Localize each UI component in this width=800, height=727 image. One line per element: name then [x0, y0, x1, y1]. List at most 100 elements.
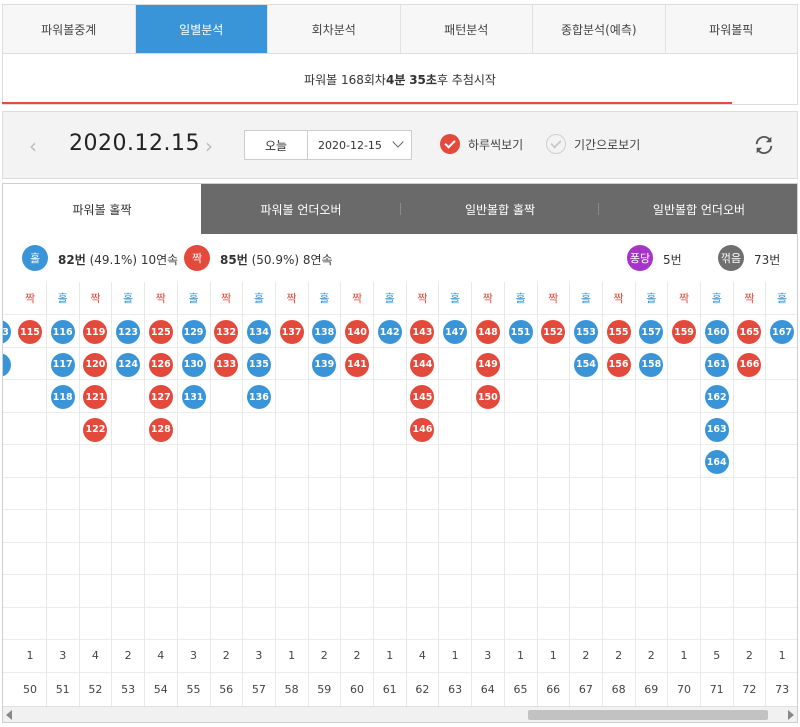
column-index: 58 [284, 682, 299, 696]
column-header: 짝 [613, 292, 624, 305]
column-header: 홀 [123, 292, 134, 305]
column-index: 66 [546, 682, 561, 696]
column-count: 2 [320, 648, 328, 662]
column-index: 67 [578, 682, 593, 696]
pattern-column: 홀 142 1 61 [374, 282, 407, 722]
radio-daily-view[interactable]: 하루씩보기 [440, 134, 523, 154]
column-index: 57 [251, 682, 266, 696]
pattern-ball: 156 [606, 352, 631, 377]
pattern-ball: 119 [83, 320, 108, 344]
column-index: 52 [88, 682, 103, 696]
scroll-right-icon[interactable] [788, 710, 794, 720]
pattern-ball: 129 [181, 320, 206, 344]
pattern-column: 홀 134 135 136 3 57 [243, 282, 276, 722]
refresh-icon[interactable] [753, 134, 775, 156]
pattern-column: 홀 147 1 63 [439, 282, 473, 722]
pattern-ball: 159 [672, 320, 696, 344]
pattern-ball: 152 [541, 320, 566, 344]
nav-tab-total-analysis[interactable]: 종합분석(예측) [533, 5, 666, 53]
pattern-column: 짝 159 1 70 [668, 282, 701, 722]
subtab-powerball-under-over[interactable]: 파워볼 언더오버 [201, 184, 401, 234]
radio-period-view[interactable]: 기간으로보기 [546, 134, 640, 154]
column-header: 짝 [90, 292, 101, 305]
pattern-ball: 116 [50, 320, 75, 344]
subtab-normal-sum-odd-even[interactable]: 일반볼합 홀짝 [401, 184, 599, 234]
pattern-ball: 166 [737, 352, 762, 377]
column-count: 3 [59, 648, 67, 662]
odd-even-summary: 홀 82번 (49.1%) 10연속 짝 85번 (50.9%) 8연속 퐁당 … [3, 234, 797, 282]
countdown-seconds: 35초 [409, 72, 437, 87]
today-button[interactable]: 오늘 [244, 130, 308, 160]
pattern-ball: 125 [148, 320, 173, 344]
horizontal-scrollbar[interactable] [3, 706, 797, 722]
date-toolbar: ‹ 2020.12.15 › 오늘 2020-12-15 하루씩보기 기간으로보… [2, 111, 798, 179]
column-index: 63 [448, 682, 463, 696]
column-header: 홀 [646, 292, 657, 305]
unchecked-icon [546, 134, 566, 154]
pattern-ball: 131 [181, 385, 206, 409]
analysis-subtabs: 파워볼 홀짝 파워볼 언더오버 일반볼합 홀짝 일반볼합 언더오버 [3, 184, 797, 234]
pattern-ball: 142 [377, 320, 402, 344]
pattern-column: 짝 119 120 121 122 4 52 [79, 282, 113, 722]
column-header: 홀 [580, 292, 591, 305]
pattern-column: 짝 125 126 127 128 4 54 [145, 282, 178, 722]
pattern-column: 짝 152 1 66 [537, 282, 571, 722]
column-header: 짝 [24, 292, 36, 305]
analysis-panel: 파워볼 홀짝 파워볼 언더오버 일반볼합 홀짝 일반볼합 언더오버 홀 82번 … [2, 183, 798, 723]
column-index: 51 [55, 682, 70, 696]
nav-tab-live[interactable]: 파워볼중계 [3, 5, 136, 53]
column-header: 홀 [319, 292, 330, 305]
column-count: 4 [91, 648, 99, 662]
pattern-ball: 144 [410, 352, 435, 377]
pattern-ball: 164 [704, 450, 729, 474]
column-index: 69 [644, 682, 659, 696]
odd-badge: 홀 [22, 245, 48, 271]
scrollbar-thumb[interactable] [528, 710, 768, 720]
pattern-ball: 118 [50, 385, 75, 409]
column-index: 72 [742, 682, 757, 696]
column-header: 홀 [188, 292, 199, 305]
column-header: 홀 [515, 292, 526, 305]
pattern-column: 홀 116 117 118 3 51 [47, 282, 80, 722]
pattern-ball: 149 [475, 352, 500, 377]
pattern-ball: 134 [246, 320, 271, 344]
nav-tab-pattern-analysis[interactable]: 패턴분석 [401, 5, 533, 53]
pattern-column: 홀 153 154 2 67 [570, 282, 603, 722]
column-count: 1 [451, 648, 459, 662]
nav-tab-round-analysis[interactable]: 회차분석 [268, 5, 401, 53]
countdown-progress-bar [2, 102, 732, 104]
pattern-ball: 121 [83, 385, 108, 409]
pattern-ball: 148 [475, 320, 500, 344]
pattern-ball: 132 [214, 320, 239, 344]
nav-tab-powerball-pick[interactable]: 파워볼픽 [666, 5, 798, 53]
pattern-column: 홀 123 124 2 53 [112, 282, 146, 722]
column-count: 2 [353, 648, 361, 662]
scroll-left-icon[interactable] [6, 710, 12, 720]
column-index: 61 [382, 682, 397, 696]
column-header: 짝 [417, 292, 428, 305]
date-select-value: 2020-12-15 [318, 138, 382, 152]
column-index: 54 [153, 682, 168, 696]
column-header: 홀 [384, 292, 395, 305]
pattern-ball: 123 [116, 320, 141, 344]
column-count: 2 [647, 648, 655, 662]
column-header: 홀 [777, 292, 788, 305]
date-select[interactable]: 2020-12-15 [308, 130, 412, 160]
current-date: 2020.12.15 [69, 131, 200, 156]
draw-countdown: 파워볼 168회차 4분 35초 후 추첨시작 [2, 54, 798, 105]
next-day-icon[interactable]: › [205, 134, 213, 158]
pattern-ball: 143 [410, 320, 435, 344]
column-index: 73 [775, 682, 790, 696]
prev-day-icon[interactable]: ‹ [29, 134, 37, 158]
pattern-ball: 137 [279, 320, 304, 344]
checked-icon [440, 134, 460, 154]
subtab-powerball-odd-even[interactable]: 파워볼 홀짝 [3, 184, 201, 234]
column-count: 1 [288, 648, 296, 662]
pattern-ball: 140 [345, 320, 369, 344]
column-index: 64 [480, 682, 495, 696]
bounce-badge: 퐁당 [627, 245, 653, 271]
pattern-column: 홀 138 139 2 59 [308, 282, 342, 722]
subtab-normal-sum-under-over[interactable]: 일반볼합 언더오버 [599, 184, 797, 234]
column-header: 짝 [155, 292, 166, 305]
nav-tab-daily-analysis[interactable]: 일별분석 [135, 5, 268, 53]
